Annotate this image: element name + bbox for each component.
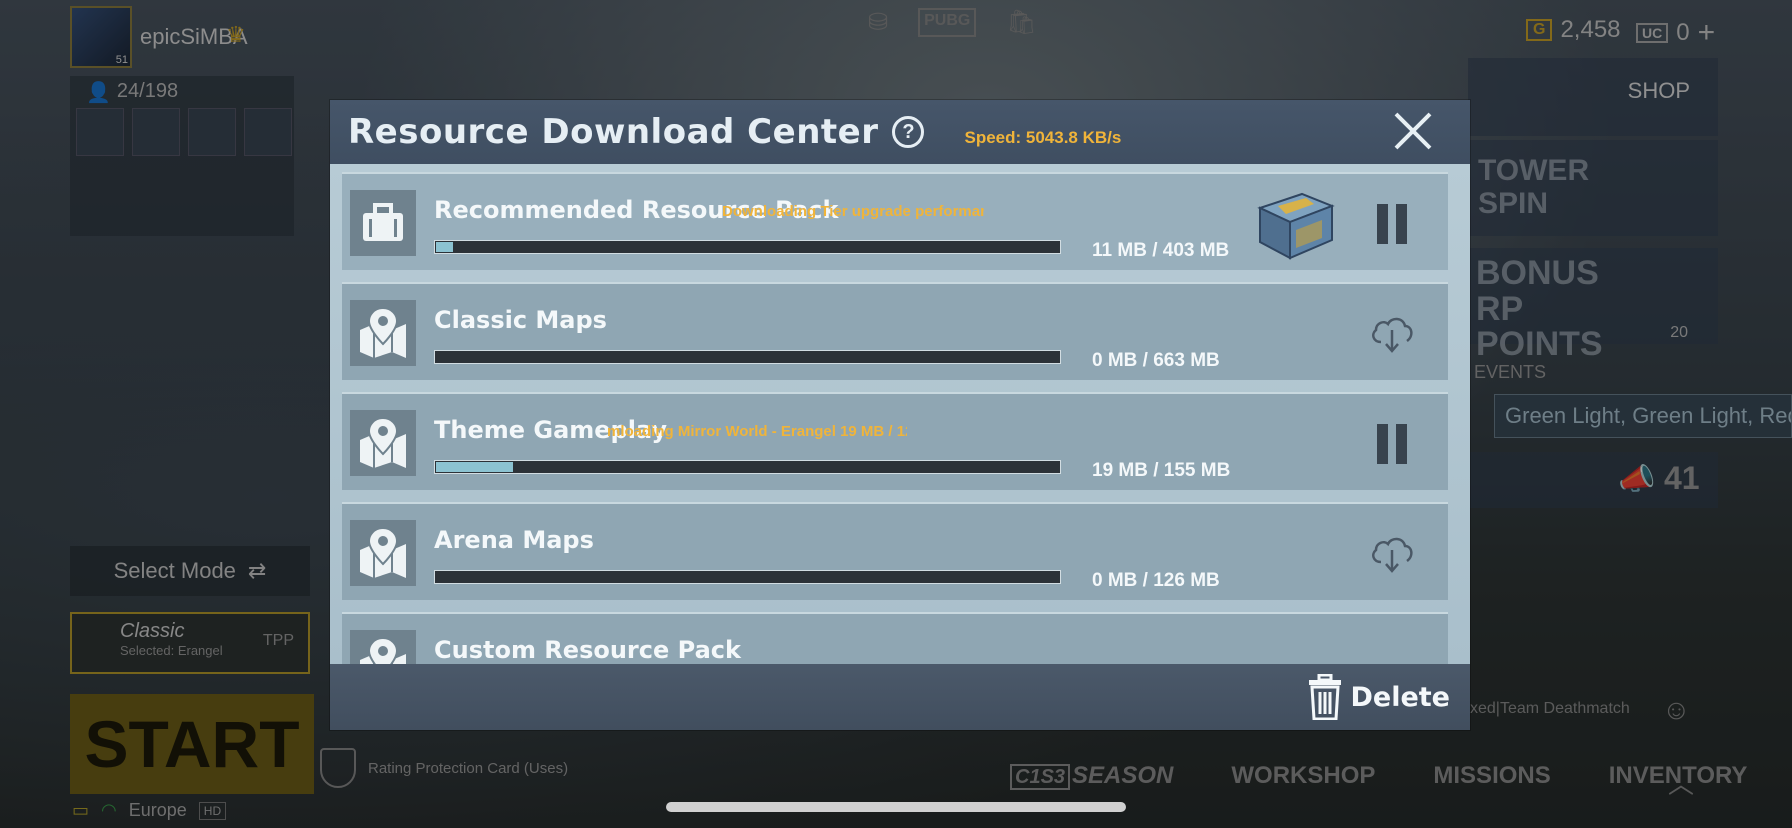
resource-row[interactable]: Custom Resource Pack [342, 612, 1448, 664]
progress-fill [436, 242, 453, 252]
resource-size: 0 MB / 126 MB [1092, 570, 1220, 591]
resource-name: Arena Maps [434, 526, 594, 554]
resource-row[interactable]: Classic Maps 0 MB / 663 MB [342, 282, 1448, 380]
download-button[interactable] [1366, 530, 1418, 578]
resource-row[interactable]: Recommended Resource Pack Downloading Tie… [342, 172, 1448, 270]
dialog-header: Resource Download Center ? Speed: 5043.8… [330, 100, 1470, 164]
help-icon[interactable]: ? [892, 116, 925, 148]
delete-label: Delete [1350, 681, 1450, 713]
trash-icon [1309, 674, 1342, 720]
resource-size: 0 MB / 663 MB [1092, 350, 1220, 371]
resource-row[interactable]: Arena Maps 0 MB / 126 MB [342, 502, 1448, 600]
progress-bar [434, 240, 1061, 254]
close-button[interactable] [1390, 108, 1436, 154]
pause-button[interactable] [1366, 200, 1418, 248]
progress-fill [436, 462, 513, 472]
download-button[interactable] [1366, 310, 1418, 358]
delete-button[interactable]: Delete [1308, 674, 1450, 720]
dialog-footer: Delete [330, 664, 1470, 730]
resource-list[interactable]: Recommended Resource Pack Downloading Tie… [330, 164, 1470, 664]
progress-bar [434, 460, 1061, 474]
cloud-download-icon [1372, 317, 1413, 353]
cloud-download-icon [1372, 537, 1413, 573]
pause-icon [1396, 204, 1407, 244]
progress-bar [434, 350, 1061, 364]
pause-icon [1377, 424, 1388, 464]
resource-size: 11 MB / 403 MB [1092, 240, 1230, 261]
resource-row[interactable]: Theme Gameplay mloading Mirror World - Er… [342, 392, 1448, 490]
dialog-title: Resource Download Center [348, 112, 879, 152]
resource-name: Custom Resource Pack [434, 636, 741, 664]
pause-button[interactable] [1366, 420, 1418, 468]
progress-bar [434, 570, 1061, 584]
close-icon [1394, 112, 1432, 150]
pause-icon [1377, 204, 1388, 244]
map-pin-icon [350, 520, 416, 586]
resource-download-dialog: Resource Download Center ? Speed: 5043.8… [330, 100, 1470, 730]
home-indicator [666, 802, 1126, 812]
map-pin-icon [350, 410, 416, 476]
resource-size: 19 MB / 155 MB [1092, 460, 1231, 481]
briefcase-icon [350, 190, 416, 256]
resource-name: Classic Maps [434, 306, 607, 334]
resource-status: Downloading Tier upgrade performance 7 M [722, 203, 984, 220]
resource-status: mloading Mirror World - Erangel 19 MB / … [607, 423, 907, 440]
map-pin-icon [350, 300, 416, 366]
resource-pack-crate-icon [1252, 188, 1338, 260]
download-speed: Speed: 5043.8 KB/s [964, 128, 1122, 147]
map-pin-icon [350, 630, 416, 664]
pause-icon [1396, 424, 1407, 464]
